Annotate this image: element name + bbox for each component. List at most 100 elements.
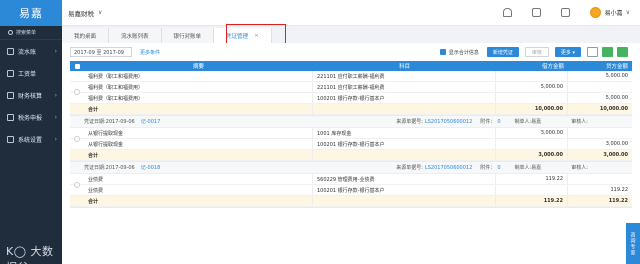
cell-summary: 合计 xyxy=(84,104,313,114)
app-logo[interactable]: 易嘉 xyxy=(0,0,62,26)
avatar[interactable] xyxy=(589,7,601,18)
voucher-checkbox[interactable] xyxy=(74,136,80,142)
attachment-count-link[interactable]: 0 xyxy=(497,119,500,125)
cell-debit: 119.22 xyxy=(496,174,568,184)
source-number-link[interactable]: LS2017050600012 xyxy=(425,119,472,125)
voucher-checkbox[interactable] xyxy=(74,182,80,188)
cell-subject: 100201 银行存款-银行基本户 xyxy=(313,139,496,149)
watermark: K◯ 大数据谷 xyxy=(6,243,62,264)
chevron-right-icon: › xyxy=(54,91,57,99)
header-summary: 摘要 xyxy=(192,64,204,70)
table-row: 福利费（职工和福费用） 221101 应付职工薪酬-福利费 5,000.00 xyxy=(70,71,632,82)
date-range-picker[interactable]: 2017-09 至 2017-09 xyxy=(70,47,132,57)
cell-summary: 福利费（职工和福费用） xyxy=(84,82,313,92)
auditor: 审核人: xyxy=(571,165,588,171)
grid-apps-icon[interactable] xyxy=(531,8,541,17)
maker: 制单人:易嘉 xyxy=(514,165,542,171)
voucher-number-link[interactable]: 记-0018 xyxy=(141,164,161,171)
source-label: 来源单据号: xyxy=(396,119,423,125)
cell-debit: 10,000.00 xyxy=(496,104,568,114)
menu-search[interactable]: 搜索菜单 xyxy=(0,26,62,40)
sidebar-item-accounting[interactable]: 财务核算 › xyxy=(0,84,62,106)
user-name[interactable]: 易小嘉 xyxy=(605,8,623,17)
toolbar: 显示合计信息 新增凭证 审核 更多 ▾ xyxy=(439,47,632,57)
voucher-group: 福利费（职工和福费用） 221101 应付职工薪酬-福利费 5,000.00 福… xyxy=(70,71,632,116)
company-name[interactable]: 易嘉财税 xyxy=(68,8,94,18)
cell-credit: 119.22 xyxy=(608,198,628,204)
sidebar-item-journal[interactable]: 流水账 › xyxy=(0,40,62,62)
cell-subject: 221101 应付职工薪酬-福利费 xyxy=(313,82,496,92)
voucher-group: 凭证日期:2017-09-06 记-0017 来源单据号: LS20170506… xyxy=(70,116,632,162)
chevron-right-icon: › xyxy=(54,113,57,121)
cell-summary: 福利费（职工和福费用） xyxy=(84,71,313,81)
tax-icon xyxy=(7,113,14,121)
bell-icon[interactable] xyxy=(502,8,512,17)
sidebar-item-label: 工资单 xyxy=(18,70,37,78)
cell-credit xyxy=(568,174,632,184)
show-total-label: 显示合计信息 xyxy=(448,49,479,56)
cell-credit: 3,000.00 xyxy=(603,152,628,158)
print-icon[interactable] xyxy=(587,47,598,57)
cell-summary: 福利费（职工和福费用） xyxy=(84,93,313,103)
cell-credit: 10,000.00 xyxy=(599,106,628,112)
more-conditions-link[interactable]: 更多条件 xyxy=(140,49,160,56)
cell-credit: 5,000.00 xyxy=(605,73,628,79)
total-row: 合计 10,000.00 10,000.00 xyxy=(70,104,632,115)
cell-credit xyxy=(568,128,632,138)
cell-summary: 从银行提取现金 xyxy=(84,139,313,149)
sidebar-item-payroll[interactable]: 工资单 xyxy=(0,62,62,84)
cell-debit xyxy=(496,71,568,81)
new-voucher-button[interactable]: 新增凭证 xyxy=(486,47,519,57)
table-row: 从银行提取现金 100201 银行存款-银行基本户 3,000.00 xyxy=(70,139,632,150)
sidebar-item-tax[interactable]: 税务申报 › xyxy=(0,106,62,128)
journal-icon xyxy=(7,47,14,55)
cell-debit xyxy=(496,185,568,195)
sidebar-item-label: 系统设置 xyxy=(18,136,43,144)
voucher-checkbox[interactable] xyxy=(74,89,80,95)
chevron-down-icon[interactable]: ∨ xyxy=(626,9,630,16)
audit-button[interactable]: 审核 xyxy=(524,47,549,57)
voucher-group: 凭证日期:2017-09-06 记-0018 来源单据号: LS20170506… xyxy=(70,162,632,208)
chevron-down-icon[interactable]: ∨ xyxy=(98,9,102,16)
table-row: 从银行提取现金 1001 库存现金 3,000.00 xyxy=(70,128,632,139)
cell-debit: 3,000.00 xyxy=(496,150,568,160)
import-icon[interactable] xyxy=(617,47,628,57)
show-total-checkbox[interactable] xyxy=(439,49,446,55)
cell-credit xyxy=(568,82,632,92)
source-number-link[interactable]: LS2017050600012 xyxy=(425,165,472,171)
consult-expert-button[interactable]: 咨询专家 xyxy=(626,223,640,264)
grid-header: 摘要 科目 借方金额 贷方金额 xyxy=(70,61,632,71)
attachment-label: 附件： xyxy=(480,119,496,125)
cell-credit: 3,000.00 xyxy=(605,141,628,147)
app-root: 易嘉 搜索菜单 流水账 › 工资单 财务核算 › 税务申报 › 系统设置 › K… xyxy=(0,0,640,264)
cell-debit: 3,000.00 xyxy=(496,128,568,138)
more-button[interactable]: 更多 ▾ xyxy=(554,47,581,57)
tab-label: 我的桌面 xyxy=(74,33,97,40)
cell-subject: 1001 库存现金 xyxy=(313,128,496,138)
voucher-number-link[interactable]: 记-0017 xyxy=(141,118,161,125)
tab-bank-statement[interactable]: 银行对账单 xyxy=(161,28,215,43)
table-row: 福利费（职工和福费用） 100201 银行存款-银行基本户 5,000.00 xyxy=(70,93,632,104)
cell-summary: 从银行提取现金 xyxy=(84,128,313,138)
table-row: 业债费 560229 管理费用-业债费 119.22 xyxy=(70,174,632,185)
voucher-date: 凭证日期:2017-09-06 xyxy=(84,119,135,125)
cell-summary: 合计 xyxy=(84,196,313,206)
cell-debit: 5,000.00 xyxy=(496,82,568,92)
tab-bar: 我的桌面 流水账列表 银行对账单 凭证管理 × xyxy=(62,26,640,43)
table-row: 福利费（职工和福费用） 221101 应付职工薪酬-福利费 5,000.00 xyxy=(70,82,632,93)
tab-label: 流水账列表 xyxy=(121,33,149,40)
tab-desktop[interactable]: 我的桌面 xyxy=(62,28,110,43)
document-icon[interactable] xyxy=(560,8,570,17)
tab-journal-list[interactable]: 流水账列表 xyxy=(109,28,162,43)
cell-subject xyxy=(313,196,496,206)
search-icon xyxy=(8,30,13,35)
cell-debit xyxy=(496,93,568,103)
attachment-count-link[interactable]: 0 xyxy=(497,165,500,171)
sidebar-item-settings[interactable]: 系统设置 › xyxy=(0,128,62,150)
cell-summary: 合计 xyxy=(84,150,313,160)
header-credit: 贷方金额 xyxy=(605,64,628,70)
export-icon[interactable] xyxy=(602,47,613,57)
select-all-checkbox[interactable] xyxy=(74,63,80,69)
total-row: 合计 3,000.00 3,000.00 xyxy=(70,150,632,161)
watermark-logo-icon: K◯ xyxy=(6,245,31,258)
